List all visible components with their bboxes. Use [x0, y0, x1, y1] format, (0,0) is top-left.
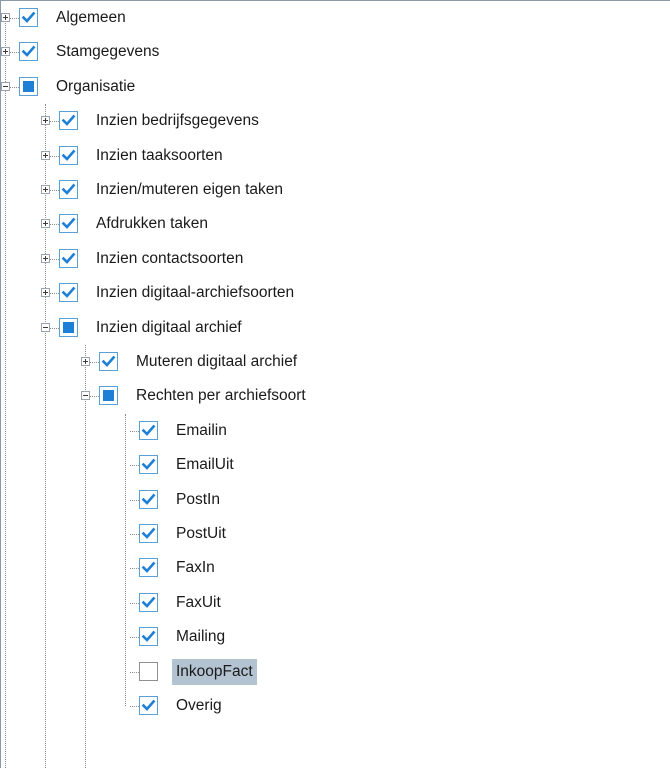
- checkbox-checked[interactable]: [59, 180, 78, 199]
- checkbox-checked[interactable]: [59, 214, 78, 233]
- tree-item-label[interactable]: Overig: [172, 693, 226, 719]
- expand-icon[interactable]: [1, 13, 10, 22]
- tree-item-label[interactable]: Stamgegevens: [52, 39, 163, 65]
- tree-item-label[interactable]: Inzien digitaal archief: [92, 315, 246, 341]
- tree-item-label[interactable]: EmailUit: [172, 452, 238, 478]
- checkbox-partial[interactable]: [19, 77, 38, 96]
- expand-icon[interactable]: [1, 47, 10, 56]
- checkbox-partial[interactable]: [59, 318, 78, 337]
- checkbox-checked[interactable]: [139, 421, 158, 440]
- tree-item-label[interactable]: Inzien/muteren eigen taken: [92, 177, 287, 203]
- tree-item[interactable]: [0, 551, 670, 585]
- tree-item-label[interactable]: Rechten per archiefsoort: [132, 383, 310, 409]
- permissions-tree[interactable]: Algemeen Stamgegevens Organisatie Inzien be…: [0, 0, 670, 768]
- tree-item[interactable]: [0, 448, 670, 482]
- tree-item[interactable]: [0, 620, 670, 654]
- checkbox-checked[interactable]: [139, 455, 158, 474]
- checkbox-checked[interactable]: [59, 111, 78, 130]
- tree-item-label[interactable]: Inzien taaksoorten: [92, 143, 227, 169]
- expand-icon[interactable]: [41, 219, 50, 228]
- checkbox-checked[interactable]: [139, 593, 158, 612]
- expand-icon[interactable]: [81, 357, 90, 366]
- tree-item-label[interactable]: Emailin: [172, 418, 231, 444]
- checkbox-partial[interactable]: [99, 386, 118, 405]
- checkbox-checked[interactable]: [139, 524, 158, 543]
- expand-icon[interactable]: [41, 116, 50, 125]
- tree-item-label[interactable]: Muteren digitaal archief: [132, 349, 301, 375]
- tree-item-label[interactable]: Inzien contactsoorten: [92, 246, 247, 272]
- tree-item[interactable]: [0, 689, 670, 723]
- tree-item-label[interactable]: FaxIn: [172, 555, 219, 581]
- tree-item-label[interactable]: InkoopFact: [172, 659, 257, 685]
- expand-icon[interactable]: [41, 254, 50, 263]
- tree-item-label[interactable]: FaxUit: [172, 590, 225, 616]
- collapse-icon[interactable]: [41, 323, 50, 332]
- tree-item-label[interactable]: Algemeen: [52, 5, 130, 31]
- tree-item-label[interactable]: PostUit: [172, 521, 230, 547]
- tree-item-label[interactable]: Organisatie: [52, 74, 139, 100]
- checkbox-checked[interactable]: [19, 42, 38, 61]
- tree-item[interactable]: [0, 517, 670, 551]
- tree-item[interactable]: [0, 414, 670, 448]
- tree-item[interactable]: [0, 655, 670, 689]
- expand-icon[interactable]: [41, 185, 50, 194]
- checkbox-checked[interactable]: [59, 283, 78, 302]
- tree-item-label[interactable]: Inzien bedrijfsgegevens: [92, 108, 263, 134]
- checkbox-checked[interactable]: [99, 352, 118, 371]
- checkbox-checked[interactable]: [139, 558, 158, 577]
- tree-item[interactable]: [0, 586, 670, 620]
- checkbox-checked[interactable]: [19, 8, 38, 27]
- tree-item-label[interactable]: PostIn: [172, 487, 224, 513]
- collapse-icon[interactable]: [1, 82, 10, 91]
- collapse-icon[interactable]: [81, 391, 90, 400]
- checkbox-checked[interactable]: [139, 490, 158, 509]
- checkbox-checked[interactable]: [139, 627, 158, 646]
- checkbox-checked[interactable]: [139, 696, 158, 715]
- tree-item-label[interactable]: Mailing: [172, 624, 229, 650]
- tree-item-label[interactable]: Afdrukken taken: [92, 211, 212, 237]
- checkbox-unchecked[interactable]: [139, 662, 158, 681]
- checkbox-checked[interactable]: [59, 249, 78, 268]
- expand-icon[interactable]: [41, 151, 50, 160]
- tree-item[interactable]: [0, 483, 670, 517]
- expand-icon[interactable]: [41, 288, 50, 297]
- tree-item-label[interactable]: Inzien digitaal-archiefsoorten: [92, 280, 298, 306]
- checkbox-checked[interactable]: [59, 146, 78, 165]
